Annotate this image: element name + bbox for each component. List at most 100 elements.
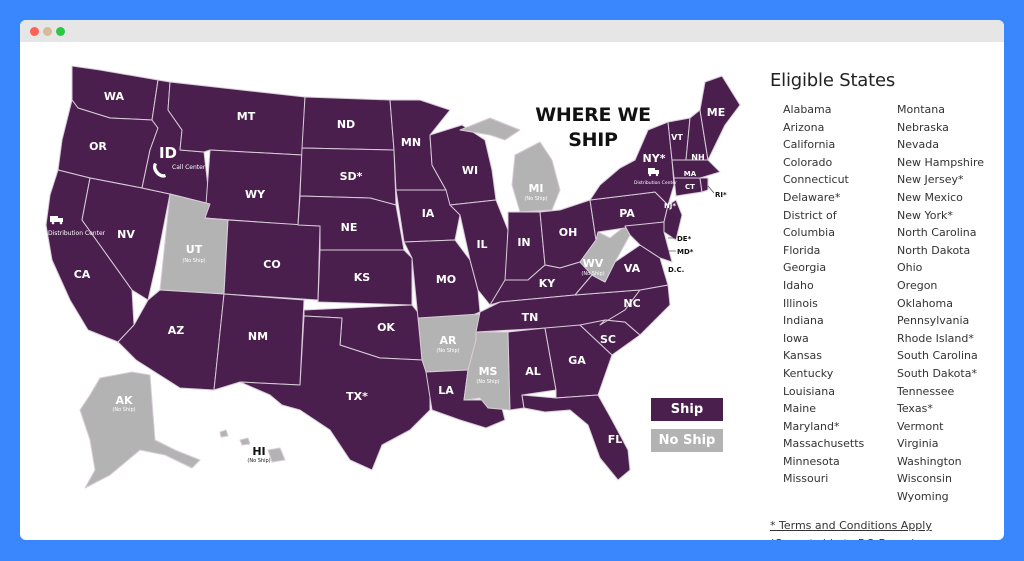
eligible-states-left-column: Alabama Arizona California Colorado Connecti…	[783, 101, 864, 488]
close-window-button[interactable]	[30, 27, 39, 36]
label-ne: NE	[341, 221, 358, 234]
label-sc: SC	[600, 333, 616, 346]
label-nj: NJ*	[664, 202, 676, 210]
eligible-state-item: Ohio	[897, 261, 923, 275]
label-ak-noship: (No Ship)	[112, 407, 135, 413]
label-or: OR	[89, 140, 107, 153]
label-ms-noship: (No Ship)	[476, 379, 499, 385]
map-heading-line1: WHERE WE	[535, 104, 651, 126]
label-hi-noship: (No Ship)	[247, 458, 270, 464]
label-ar: AR	[440, 334, 458, 347]
maximize-window-button[interactable]	[56, 27, 65, 36]
eligible-state-item: Washington	[897, 454, 962, 468]
label-nc: NC	[623, 297, 640, 310]
eligible-state-item: Connecticut	[783, 173, 849, 187]
label-ks: KS	[354, 271, 371, 284]
label-ky: KY	[539, 277, 557, 290]
label-ia: IA	[422, 207, 435, 220]
label-fl: FL	[608, 433, 623, 446]
eligible-state-item: Missouri	[783, 472, 829, 486]
eligible-states-title: Eligible States	[770, 70, 896, 91]
eligible-state-item: Oregon	[897, 278, 938, 292]
eligible-state-item: California	[783, 138, 836, 152]
call-center-label: Call Center	[172, 164, 206, 171]
page-content: WA OR CA NV ID MT WY UT (No Ship) AZ CO …	[20, 42, 1004, 540]
eligible-state-item: Idaho	[783, 278, 814, 292]
label-co: CO	[263, 258, 280, 271]
eligible-state-item: North Dakota	[897, 243, 971, 257]
label-wa: WA	[104, 90, 125, 103]
minimize-window-button[interactable]	[43, 27, 52, 36]
state-ak[interactable]	[79, 371, 201, 489]
eligible-states-right-column: Montana Nebraska Nevada New Hampshire New Je…	[897, 101, 984, 506]
label-wi: WI	[462, 164, 478, 177]
label-hi: HI	[252, 445, 265, 458]
label-ny: NY*	[643, 152, 666, 165]
label-me: ME	[707, 106, 725, 119]
label-ms: MS	[479, 365, 498, 378]
label-nm: NM	[248, 330, 268, 343]
eligible-state-item: Wyoming	[897, 490, 949, 504]
eligible-state-item: New Hampshire	[897, 155, 985, 169]
label-dc: D.C.	[668, 266, 684, 274]
label-sd: SD*	[340, 170, 363, 183]
label-az: AZ	[168, 324, 185, 337]
map-heading: WHERE WE SHIP	[518, 103, 668, 153]
eligible-state-item: Maine	[783, 402, 817, 416]
eligible-state-item: Arizona	[783, 120, 825, 134]
label-wv: WV	[583, 257, 604, 270]
label-ri: RI*	[715, 191, 727, 199]
state-ri[interactable]	[699, 177, 709, 193]
eligible-state-item: Maryland*	[783, 419, 840, 433]
eligible-state-item: South Dakota*	[897, 366, 977, 380]
ca-distribution-center-label: Distribution Center	[48, 230, 106, 237]
eligible-state-item: Minnesota	[783, 454, 840, 468]
label-la: LA	[438, 384, 454, 397]
label-ar-noship: (No Ship)	[436, 348, 459, 354]
label-mt: MT	[237, 110, 256, 123]
label-mn: MN	[401, 136, 421, 149]
eligible-state-item: Delaware*	[783, 190, 841, 204]
eligible-state-item: Florida	[783, 243, 821, 257]
eligible-state-item: South Carolina	[897, 349, 978, 363]
label-nv: NV	[117, 228, 135, 241]
eligible-state-item: Columbia	[783, 226, 835, 240]
label-ut: UT	[186, 243, 203, 256]
eligible-state-item: Louisiana	[783, 384, 835, 398]
eligible-state-item: Colorado	[783, 155, 833, 169]
label-ca: CA	[74, 268, 91, 281]
eligible-state-item: Nebraska	[897, 120, 949, 134]
eligible-state-item: Kentucky	[783, 366, 834, 380]
eligible-states-panel: Eligible States Alabama Arizona California…	[770, 70, 1000, 511]
label-wy: WY	[245, 188, 266, 201]
eligible-state-item: Kansas	[783, 349, 822, 363]
label-ga: GA	[568, 354, 586, 367]
label-nd: ND	[337, 118, 355, 131]
eligible-state-item: Massachusetts	[783, 437, 865, 451]
label-tx: TX*	[346, 390, 368, 403]
ny-distribution-center-label: Distribution Center	[634, 180, 677, 186]
label-ma: MA	[684, 170, 697, 178]
label-id: ID	[159, 144, 177, 162]
eligible-state-item: New Jersey*	[897, 173, 964, 187]
label-mo: MO	[436, 273, 456, 286]
eligible-state-item: Wisconsin	[897, 472, 952, 486]
title-bar	[20, 20, 1004, 42]
eligible-state-item: Oklahoma	[897, 296, 953, 310]
eligible-state-item: Montana	[897, 103, 945, 116]
label-ct: CT	[685, 183, 695, 191]
eligible-state-item: Illinois	[783, 296, 818, 310]
legend-ship: Ship	[651, 398, 723, 421]
eligible-state-item: North Carolina	[897, 226, 977, 240]
label-va: VA	[624, 262, 641, 275]
label-il: IL	[476, 238, 487, 251]
label-ok: OK	[377, 321, 395, 334]
terms-and-conditions-link[interactable]: * Terms and Conditions Apply	[770, 519, 932, 532]
eligible-state-item: Virginia	[897, 437, 939, 451]
label-mi-noship: (No Ship)	[524, 196, 547, 202]
label-pa: PA	[619, 207, 635, 220]
eligible-state-item: Vermont	[897, 419, 944, 433]
eligible-state-item: Texas*	[897, 402, 933, 416]
label-wv-noship: (No Ship)	[581, 271, 604, 277]
po-box-note: (Cannot ship to P.O Boxes)	[770, 537, 915, 540]
